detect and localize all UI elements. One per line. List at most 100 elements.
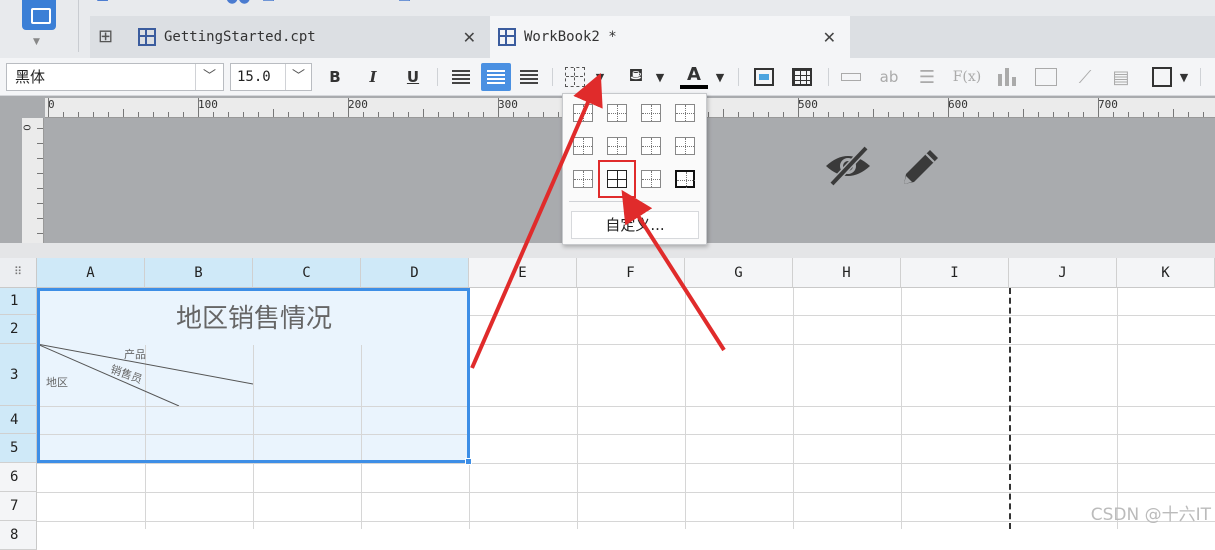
row-header[interactable]: 8: [0, 521, 37, 550]
row-header[interactable]: 7: [0, 492, 37, 521]
column-header[interactable]: J: [1009, 258, 1117, 288]
align-right-icon: [520, 70, 538, 84]
bold-button[interactable]: B: [322, 63, 348, 91]
column-header[interactable]: D: [361, 258, 469, 288]
column-header[interactable]: I: [901, 258, 1009, 288]
eye-slash-icon[interactable]: [822, 146, 874, 186]
border-option-top-thick-bottom[interactable]: [570, 166, 596, 192]
column-header[interactable]: K: [1117, 258, 1215, 288]
fill-color-button[interactable]: ⛾: [622, 63, 650, 91]
font-color-button[interactable]: A: [680, 63, 708, 89]
border-option-bottom[interactable]: [604, 100, 630, 126]
ruler-tick: [843, 112, 844, 117]
column-header[interactable]: G: [685, 258, 793, 288]
workbook-file-icon: [498, 28, 516, 46]
ruler-tick: [63, 112, 64, 117]
ruler-tick: [1128, 112, 1129, 117]
row-header[interactable]: 6: [0, 463, 37, 492]
text-cell-icon: [754, 68, 774, 86]
border-option-left[interactable]: [672, 100, 698, 126]
column-header[interactable]: B: [145, 258, 253, 288]
slash-icon[interactable]: ⟋: [1072, 63, 1098, 91]
row-header[interactable]: 2: [0, 315, 37, 344]
tab-gettingstarted[interactable]: GettingStarted.cpt ✕: [130, 16, 490, 58]
ab-button[interactable]: ab: [874, 63, 904, 91]
ruler-tick: [963, 112, 964, 117]
fill-handle[interactable]: [465, 458, 472, 465]
ruler-tick: [528, 112, 529, 117]
font-family-select[interactable]: 黑体 ﹀: [6, 63, 224, 91]
ruler-tick: [243, 112, 244, 117]
row-header[interactable]: 4: [0, 406, 37, 434]
chevron-down-icon[interactable]: ﹀: [285, 64, 311, 90]
column-header[interactable]: A: [37, 258, 145, 288]
close-icon[interactable]: ✕: [463, 28, 476, 47]
ruler-tick: [318, 112, 319, 117]
column-header[interactable]: H: [793, 258, 901, 288]
align-right-button[interactable]: [516, 63, 542, 91]
insert-table-button[interactable]: [788, 63, 816, 91]
app-icon[interactable]: [22, 0, 56, 30]
image-button[interactable]: [1032, 63, 1060, 91]
ruler-label: 500: [798, 98, 818, 111]
text-lines-icon[interactable]: ☰: [914, 63, 940, 91]
border-option-double-bottom[interactable]: [604, 133, 630, 159]
border-option-thick-bottom[interactable]: [638, 133, 664, 159]
custom-border-button[interactable]: 自定义...: [571, 211, 699, 239]
bar-chart-icon: [997, 68, 1017, 86]
ruler-tick: [423, 109, 424, 117]
formula-button[interactable]: F(x): [950, 63, 984, 91]
border-option-icon: [675, 137, 695, 155]
ruler-tick: [123, 109, 124, 117]
insert-image-button[interactable]: [838, 63, 864, 91]
border-option-top-bottom[interactable]: [672, 133, 698, 159]
insert-chart-button[interactable]: [994, 63, 1020, 91]
chevron-down-icon[interactable]: ▼: [592, 63, 608, 91]
underline-button[interactable]: U: [400, 63, 426, 91]
divider: [569, 201, 700, 202]
box-button[interactable]: [1148, 63, 1176, 91]
row-header[interactable]: 3: [0, 344, 37, 406]
row-header[interactable]: 1: [0, 288, 37, 315]
partial-toolbar-icon: ▭: [262, 0, 275, 6]
image-icon: [1035, 68, 1057, 86]
close-icon[interactable]: ✕: [823, 28, 836, 47]
border-option-thick-outside[interactable]: [672, 166, 698, 192]
align-left-button[interactable]: [448, 63, 474, 91]
align-center-button[interactable]: [481, 63, 511, 91]
border-option-none[interactable]: [570, 100, 596, 126]
ruler-tick: [1113, 112, 1114, 117]
document-icon[interactable]: ▤: [1108, 63, 1134, 91]
ruler-tick: [1098, 98, 1099, 117]
ruler-label: 100: [198, 98, 218, 111]
chevron-down-icon[interactable]: ▼: [1176, 63, 1192, 91]
pencil-icon[interactable]: [896, 142, 946, 192]
ruler-tick: [1173, 109, 1174, 117]
border-option-icon: [675, 170, 695, 188]
ruler-tick: [228, 112, 229, 117]
border-option-right[interactable]: [570, 133, 596, 159]
font-size-select[interactable]: 15.0 ﹀: [230, 63, 312, 91]
chevron-down-icon[interactable]: ﹀: [195, 64, 223, 90]
insert-text-cell-button[interactable]: [750, 63, 778, 91]
format-toolbar: 黑体 ﹀ 15.0 ﹀ B I U ▼ ⛾ ▼ A ▼ ab ☰ F(x) ⟋ …: [0, 58, 1215, 96]
ruler-tick: [813, 112, 814, 117]
tab-workbook2[interactable]: WorkBook2 * ✕: [490, 16, 850, 58]
ruler-label: 600: [948, 98, 968, 111]
border-option-outside[interactable]: [638, 166, 664, 192]
ruler-label: 0: [22, 124, 34, 131]
border-button[interactable]: [562, 63, 588, 91]
select-all-corner[interactable]: ⠿: [0, 258, 37, 288]
ruler-tick: [798, 98, 799, 117]
italic-button[interactable]: I: [360, 63, 386, 91]
row-header[interactable]: 5: [0, 434, 37, 463]
grid-icon[interactable]: ⊞: [98, 26, 118, 47]
column-header[interactable]: C: [253, 258, 361, 288]
border-option-top[interactable]: [638, 100, 664, 126]
column-header[interactable]: F: [577, 258, 685, 288]
chevron-down-icon[interactable]: ▼: [652, 63, 668, 91]
chevron-down-icon[interactable]: ▼: [712, 63, 728, 91]
chevron-down-icon[interactable]: ▼: [33, 37, 40, 47]
column-header[interactable]: E: [469, 258, 577, 288]
ruler-tick: [1068, 112, 1069, 117]
